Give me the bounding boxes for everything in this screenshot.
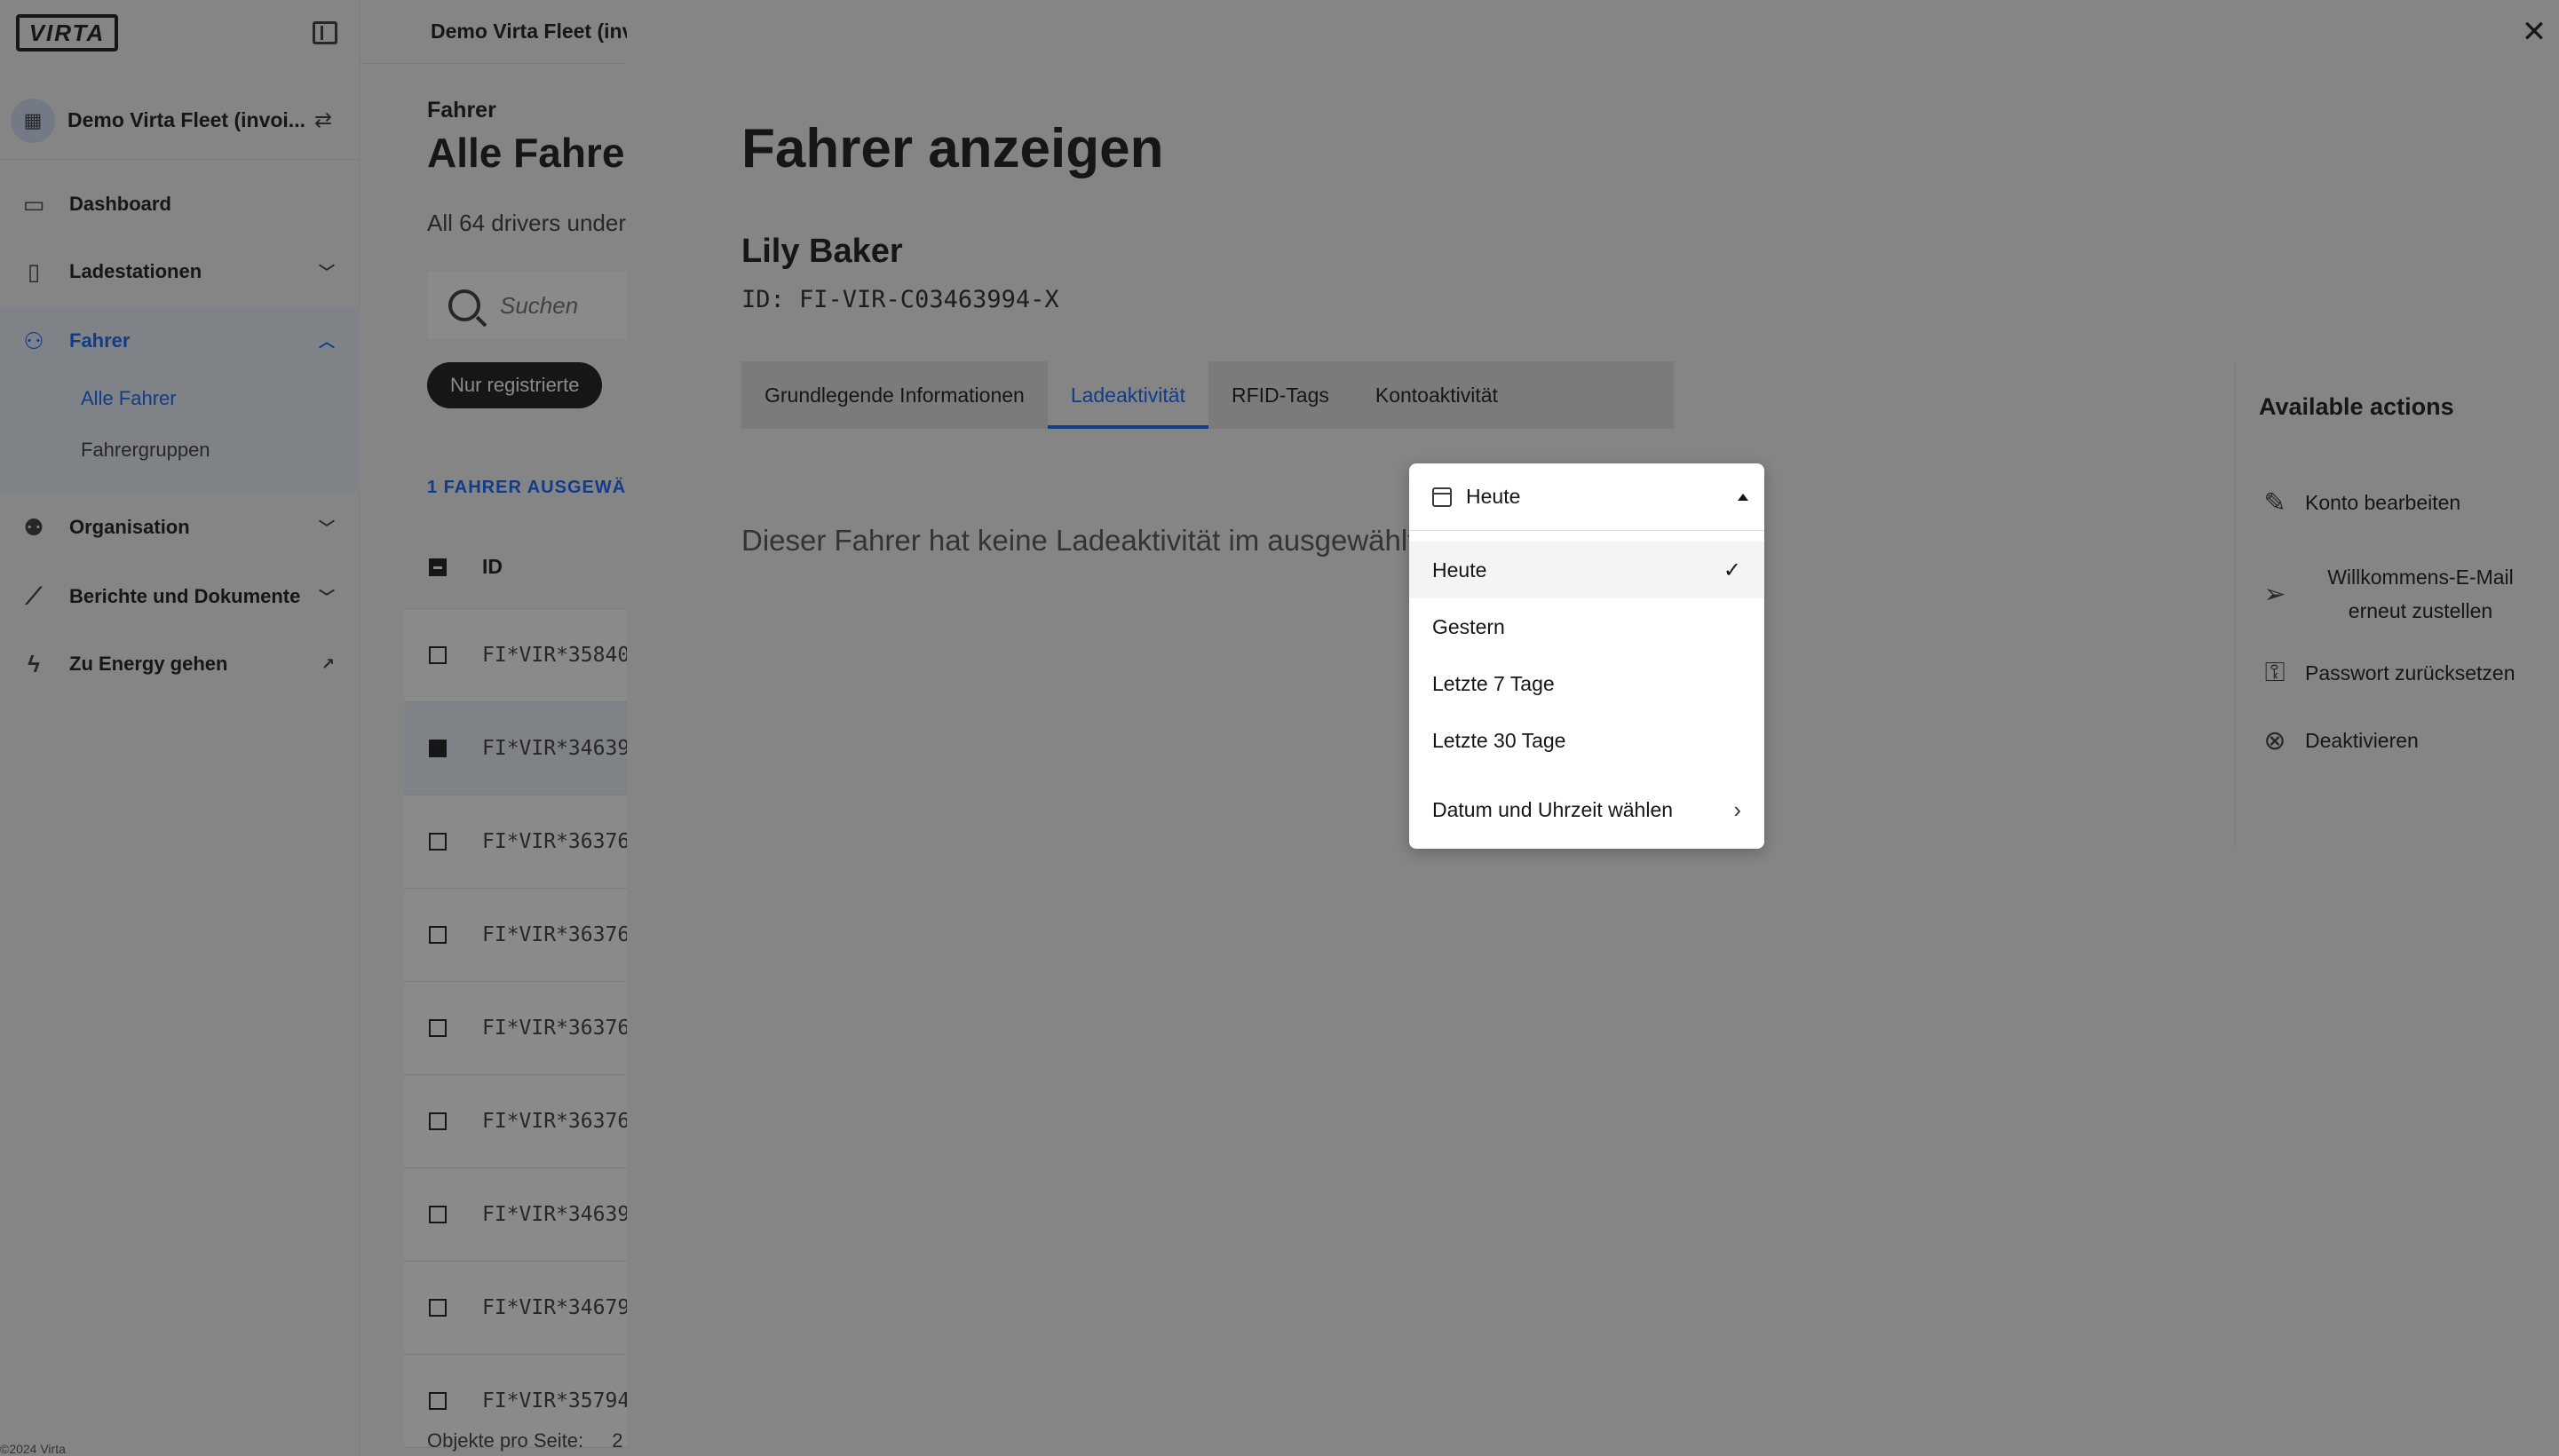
- caret-up-icon: [1738, 493, 1748, 501]
- date-range-selected: Heute: [1466, 485, 1521, 508]
- option-datum-und-uhrzeit[interactable]: Datum und Uhrzeit wählen ›: [1409, 781, 1764, 838]
- date-range-dropdown: Heute Heute ✓ Gestern Letzte 7 Tage Letz…: [1409, 463, 1764, 849]
- option-label: Letzte 30 Tage: [1432, 728, 1566, 752]
- option-letzte-30-tage[interactable]: Letzte 30 Tage: [1409, 712, 1764, 769]
- date-range-trigger[interactable]: Heute: [1409, 463, 1764, 531]
- option-heute[interactable]: Heute ✓: [1409, 542, 1764, 598]
- option-gestern[interactable]: Gestern: [1409, 598, 1764, 655]
- checkmark-icon: ✓: [1723, 558, 1741, 582]
- calendar-icon: [1432, 487, 1452, 507]
- date-range-options: Heute ✓ Gestern Letzte 7 Tage Letzte 30 …: [1409, 531, 1764, 838]
- option-label: Gestern: [1432, 614, 1505, 638]
- option-label: Datum und Uhrzeit wählen: [1432, 797, 1674, 821]
- option-letzte-7-tage[interactable]: Letzte 7 Tage: [1409, 655, 1764, 712]
- option-label: Letzte 7 Tage: [1432, 671, 1555, 695]
- chevron-right-icon: ›: [1733, 795, 1741, 823]
- option-label: Heute: [1432, 558, 1487, 582]
